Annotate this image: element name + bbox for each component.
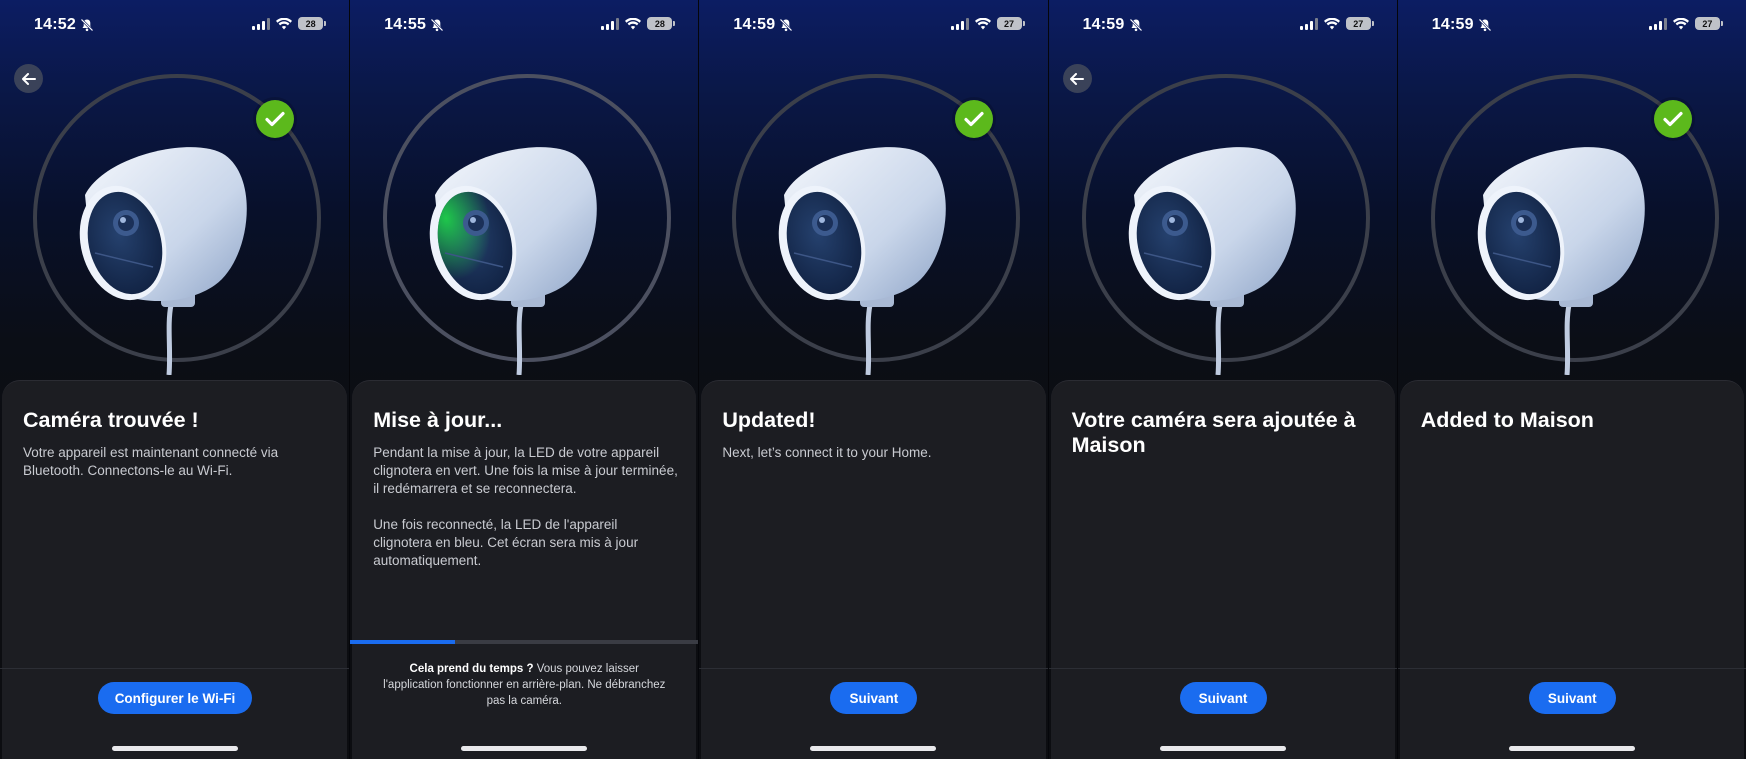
hero-illustration (1398, 70, 1746, 375)
status-time: 14:52 (34, 16, 76, 33)
status-time: 14:55 (384, 16, 427, 33)
hint-bold: Cela prend du temps ? (409, 663, 534, 675)
checkmark-icon (964, 111, 984, 127)
cellular-signal-icon (252, 17, 271, 30)
bell-slash-icon (1129, 18, 1142, 32)
status-bar: 14:55 28 (350, 0, 698, 50)
checkmark-icon (265, 111, 285, 127)
next-button[interactable]: Suivant (830, 682, 918, 714)
wifi-icon (1323, 17, 1340, 29)
battery-level: 28 (305, 18, 316, 29)
security-camera-illustration (429, 147, 597, 375)
next-button[interactable]: Suivant (1528, 682, 1616, 714)
description: Next, let’s connect it to your Home. (722, 444, 1027, 462)
bell-slash-icon (1478, 18, 1492, 32)
page-title: Updated! (722, 408, 816, 432)
security-camera-illustration (1477, 147, 1645, 375)
security-camera-illustration (779, 147, 947, 375)
checkmark-badge (256, 100, 294, 138)
security-camera-illustration (1128, 147, 1296, 375)
description: Pendant la mise à jour, la LED de votre … (373, 444, 678, 570)
wifi-icon (1672, 17, 1689, 29)
description: Votre appareil est maintenant connecté v… (23, 444, 329, 480)
battery-icon: 27 (996, 17, 1025, 30)
cellular-signal-icon (601, 17, 620, 30)
bell-slash-icon (430, 18, 444, 32)
next-button[interactable]: Suivant (1179, 682, 1267, 714)
checkmark-icon (1663, 111, 1683, 127)
cellular-signal-icon (1299, 17, 1318, 30)
screen-camera-found: 14:52 28 Caméra trouvée ! Votre appareil… (0, 0, 350, 759)
screen-updated: 14:59 27 Updated! Next, let’s connect it… (698, 0, 1048, 759)
battery-icon: 28 (298, 17, 327, 30)
battery-level: 27 (1353, 18, 1364, 29)
battery-icon: 28 (647, 17, 676, 30)
bell-slash-icon (80, 18, 94, 32)
footer-divider (1397, 668, 1746, 669)
status-bar: 14:52 28 (0, 0, 349, 50)
page-title: Caméra trouvée ! (23, 408, 199, 432)
home-indicator (810, 746, 937, 751)
footer-divider (1048, 668, 1397, 669)
battery-level: 27 (1702, 18, 1713, 29)
hero-illustration (699, 70, 1047, 375)
battery-icon: 27 (1345, 17, 1374, 30)
wifi-icon (974, 17, 991, 29)
screen-add-to-home: 14:59 27 Votre caméra sera ajoutée à Mai… (1047, 0, 1397, 759)
screen-updating: 14:55 28 Mise à jour... Pendant la mise … (349, 0, 699, 759)
cellular-signal-icon (950, 17, 969, 30)
wifi-icon (625, 17, 642, 29)
cellular-signal-icon (1648, 17, 1667, 30)
status-bar: 14:59 27 (699, 0, 1047, 50)
home-indicator (461, 746, 588, 751)
security-camera-illustration (79, 147, 247, 375)
background-hint: Cela prend du temps ? Vous pouvez laisse… (380, 661, 668, 709)
status-bar: 14:59 27 (1398, 0, 1746, 50)
home-indicator (1508, 746, 1635, 751)
description-paragraph: Next, let’s connect it to your Home. (722, 445, 932, 460)
hero-illustration (0, 70, 349, 375)
footer-divider (699, 668, 1048, 669)
progress-fill (350, 640, 455, 644)
page-title: Added to Maison (1420, 408, 1594, 432)
hero-illustration (350, 70, 698, 375)
home-indicator (1159, 746, 1286, 751)
screenshot-strip: 14:52 28 Caméra trouvée ! Votre appareil… (0, 0, 1746, 759)
status-time: 14:59 (733, 16, 776, 33)
configure-wifi-button[interactable]: Configurer le Wi-Fi (98, 682, 252, 714)
home-indicator (111, 746, 238, 751)
hero-illustration (1049, 70, 1397, 375)
bell-slash-icon (780, 18, 793, 32)
status-bar: 14:59 27 (1049, 0, 1397, 50)
description-paragraph: Une fois reconnecté, la LED de l'apparei… (373, 517, 639, 568)
wifi-icon (276, 17, 293, 29)
footer-divider (0, 668, 350, 669)
status-time: 14:59 (1082, 16, 1125, 33)
update-progress-bar (350, 640, 699, 644)
description-paragraph: Pendant la mise à jour, la LED de votre … (373, 445, 678, 496)
page-title: Mise à jour... (373, 408, 503, 432)
battery-icon: 27 (1694, 17, 1723, 30)
page-title: Votre caméra sera ajoutée à Maison (1071, 408, 1356, 457)
battery-level: 27 (1004, 18, 1015, 29)
checkmark-badge (1653, 100, 1692, 138)
description-paragraph: Votre appareil est maintenant connecté v… (23, 445, 279, 478)
screen-added-to-home: 14:59 27 Added to Maison Suivant (1396, 0, 1746, 759)
battery-level: 28 (654, 18, 665, 29)
status-time: 14:59 (1431, 16, 1474, 33)
